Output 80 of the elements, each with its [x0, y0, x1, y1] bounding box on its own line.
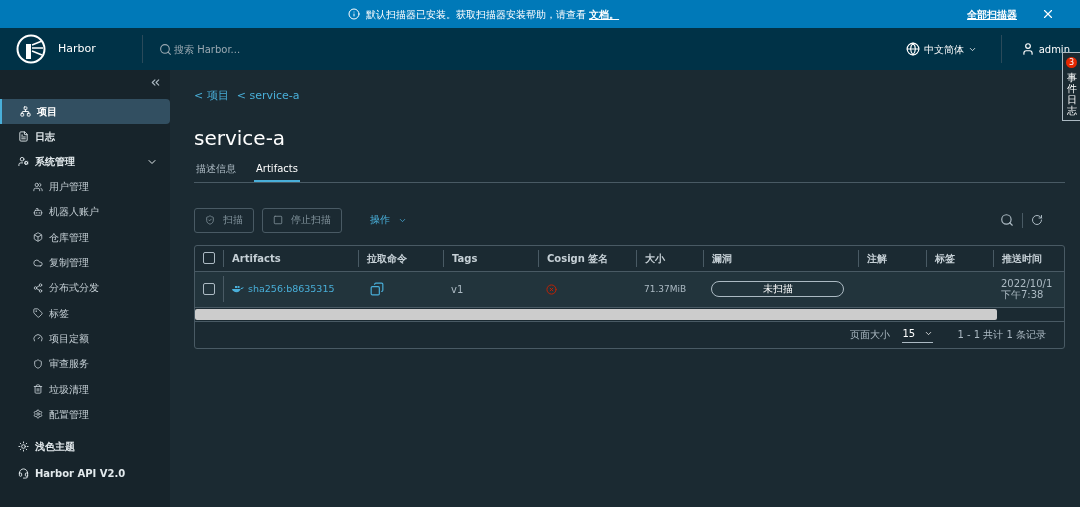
tab[interactable]: Artifacts: [254, 160, 300, 182]
page-size-select[interactable]: 15: [902, 326, 934, 343]
sidebar-icon: [18, 131, 29, 142]
column-header: 注解: [867, 251, 887, 266]
sidebar-item[interactable]: 项目定额: [0, 325, 170, 352]
artifact-link[interactable]: sha256:b8635315: [248, 281, 335, 297]
tab[interactable]: 描述信息: [194, 160, 238, 182]
language-menu[interactable]: 中文简体: [905, 41, 977, 57]
column-header: Artifacts: [232, 251, 281, 266]
square-icon: [273, 215, 283, 225]
sidebar-item[interactable]: 项目: [0, 99, 170, 124]
sidebar-item[interactable]: 系统管理: [0, 149, 170, 174]
sidebar-icon: [33, 384, 43, 394]
page-title: service-a: [194, 124, 287, 152]
sidebar-icon: [20, 106, 31, 117]
sidebar-item[interactable]: 配置管理: [0, 401, 170, 427]
sidebar-icon: [33, 232, 43, 243]
info-icon: [347, 8, 360, 20]
sidebar-item[interactable]: 审查服务: [0, 351, 170, 377]
sidebar-icon: [33, 409, 43, 420]
docs-link[interactable]: 文档。: [589, 8, 620, 20]
checkbox[interactable]: [203, 283, 215, 295]
sidebar-item[interactable]: 复制管理: [0, 249, 170, 276]
close-icon[interactable]: [1041, 7, 1055, 21]
sidebar-icon: [33, 333, 43, 344]
sidebar-item[interactable]: 机器人账户: [0, 199, 170, 225]
event-log-label: 事件日志: [1066, 72, 1077, 116]
globe-icon: [905, 42, 920, 56]
sidebar-icon: [18, 156, 29, 167]
actions-menu[interactable]: 操作: [370, 212, 407, 228]
push-time-text: 下午7:38: [1001, 289, 1045, 300]
column-header: 标签: [935, 251, 955, 266]
whale-icon: [232, 285, 244, 293]
sidebar-item[interactable]: 用户管理: [0, 174, 170, 200]
breadcrumb-link[interactable]: < service-a: [236, 88, 300, 105]
copy-icon[interactable]: [370, 282, 384, 296]
page-size-label: 页面大小: [850, 328, 891, 342]
brand-name: Harbor: [58, 40, 96, 57]
size-text: 71.37MiB: [644, 284, 687, 295]
toolbar-button[interactable]: 扫描: [194, 207, 254, 233]
sidebar-icon: [33, 358, 43, 369]
column-header: 拉取命令: [367, 251, 407, 266]
refresh-icon[interactable]: [1031, 214, 1043, 226]
tag-text: v1: [451, 283, 464, 295]
pagination-summary: 1 - 1 共计 1 条记录: [957, 328, 1046, 342]
sidebar-icon: [33, 308, 43, 319]
column-header: 大小: [645, 251, 665, 266]
column-header: Tags: [452, 251, 478, 266]
sidebar-item[interactable]: 标签: [0, 300, 170, 326]
scrollbar[interactable]: [195, 308, 997, 320]
sidebar-item[interactable]: 垃圾清理: [0, 376, 170, 402]
sidebar-link[interactable]: 浅色主题: [0, 432, 170, 460]
sidebar-icon: [33, 206, 43, 217]
count-badge: 3: [1066, 57, 1077, 68]
sidebar-item[interactable]: 分布式分发: [0, 275, 170, 301]
sidebar-icon: [33, 181, 43, 192]
caret-icon: [924, 329, 934, 338]
sidebar-icon: [33, 282, 43, 293]
toolbar-button[interactable]: 停止扫描: [262, 207, 342, 233]
collapse-icon[interactable]: [149, 76, 162, 89]
column-header: 漏洞: [712, 251, 732, 266]
search-field[interactable]: 搜索 Harbor...: [174, 41, 374, 57]
push-time-text: 2022/10/1: [1001, 278, 1054, 289]
event-log-tab[interactable]: 3 事件日志: [1062, 52, 1080, 121]
sidebar-icon: [33, 257, 43, 268]
checkbox[interactable]: [203, 252, 215, 264]
search-icon: [159, 42, 172, 56]
banner-message: 默认扫描器已安装。获取扫描器安装帮助，请查看 文档。: [365, 7, 620, 22]
sidebar-item[interactable]: 日志: [0, 124, 170, 149]
breadcrumb-link[interactable]: < 项目: [194, 88, 229, 105]
shield-icon: [205, 215, 215, 225]
search-icon[interactable]: [1000, 213, 1014, 227]
sidebar-link[interactable]: Harbor API V2.0: [0, 459, 170, 487]
column-header: 推送时间: [1002, 251, 1042, 266]
lighthouse-logo-icon: [16, 34, 46, 64]
user-icon: [1020, 42, 1035, 56]
sun-icon: [18, 440, 29, 452]
sidebar-item[interactable]: 仓库管理: [0, 224, 170, 250]
all-scanners-link[interactable]: 全部扫描器: [967, 6, 1017, 22]
column-header: Cosign 签名: [547, 251, 609, 266]
